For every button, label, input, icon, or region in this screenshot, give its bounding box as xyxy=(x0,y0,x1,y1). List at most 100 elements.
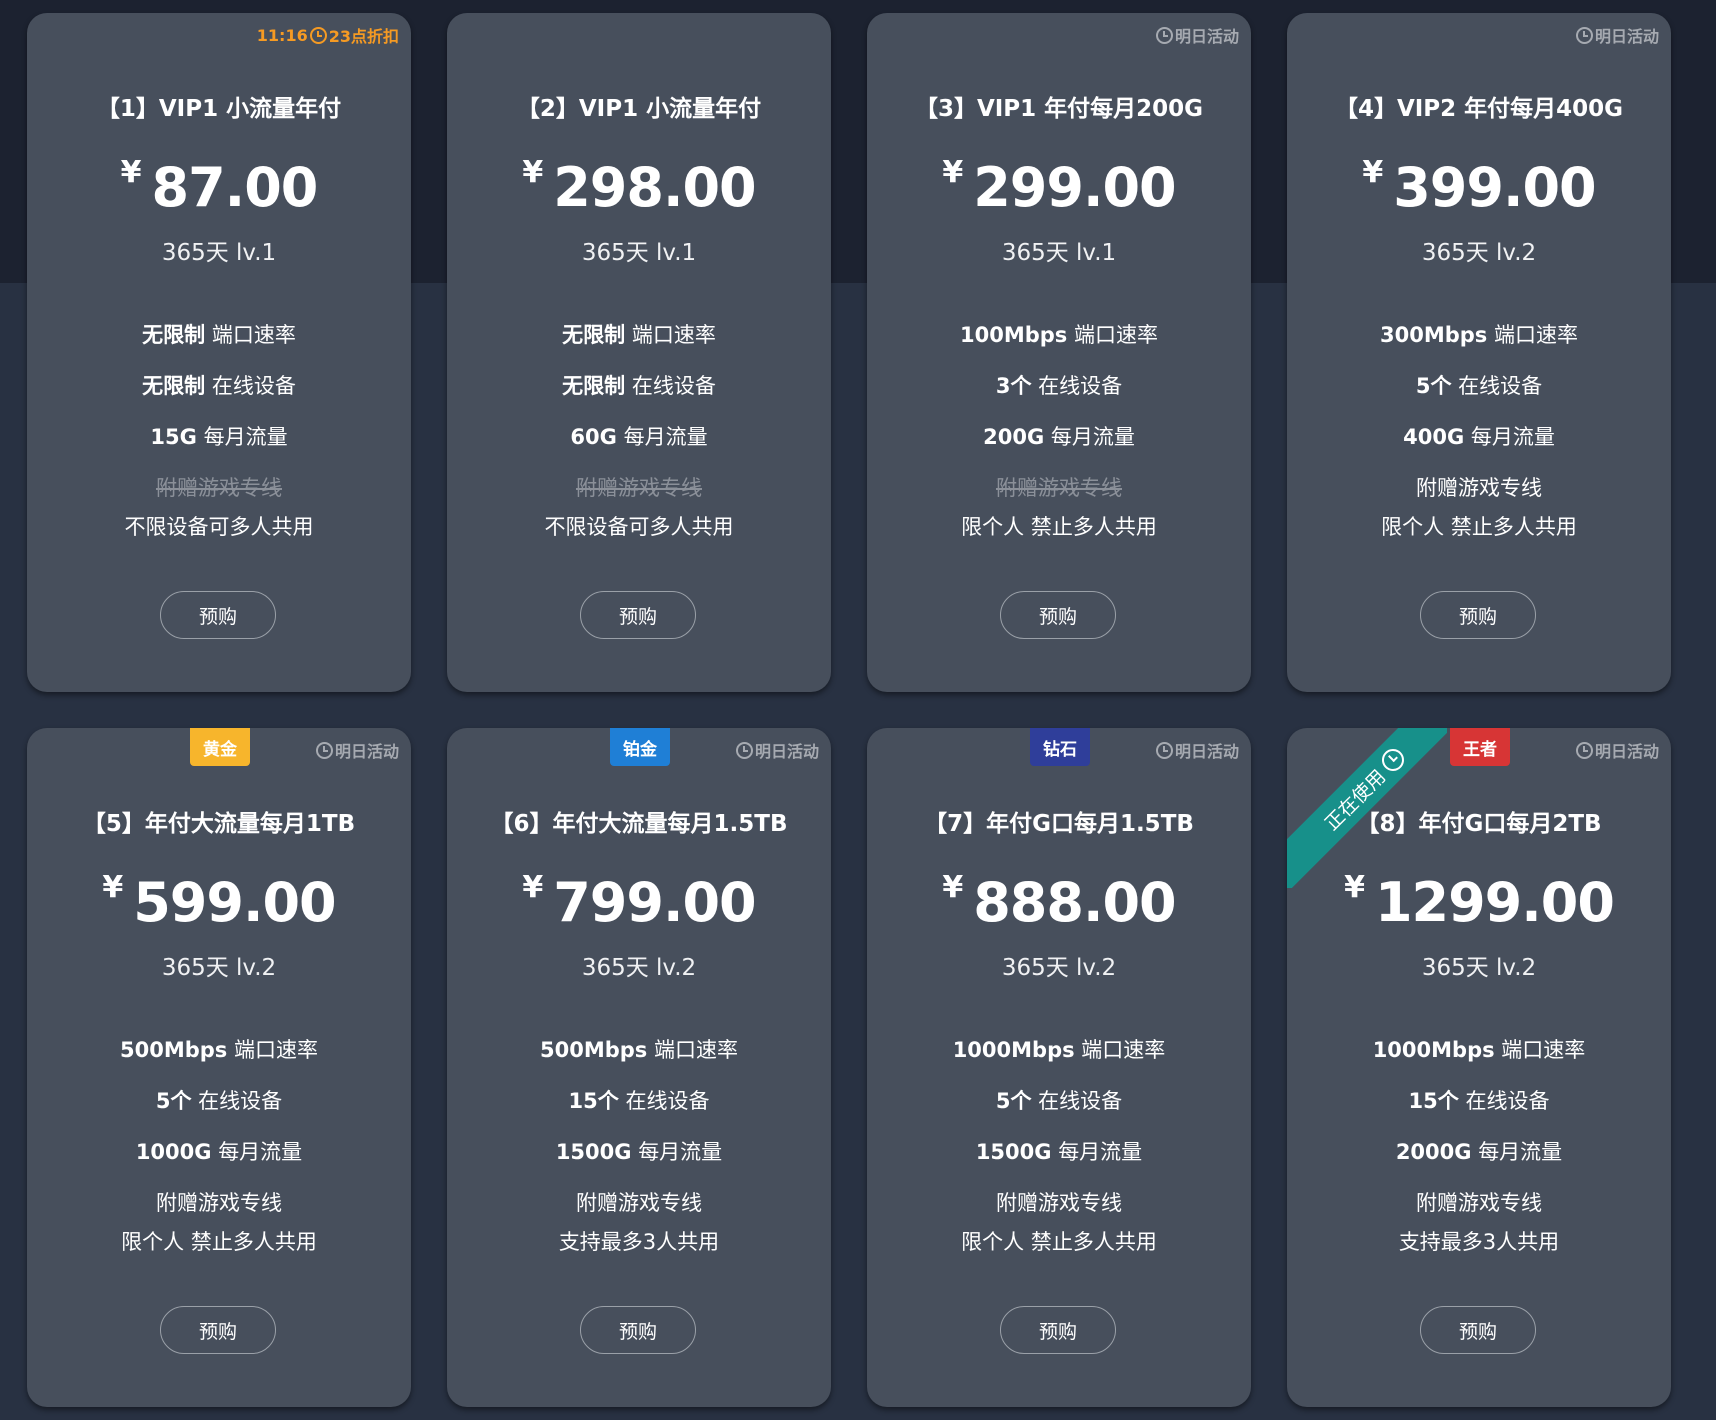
plan-feature: 附赠游戏专线 xyxy=(867,1187,1251,1217)
feature-label: 端口速率 xyxy=(1501,1038,1586,1062)
feature-value: 2000G xyxy=(1395,1140,1472,1164)
promo-timer: 明日活动 xyxy=(1155,738,1239,762)
clock-icon xyxy=(309,26,327,44)
plan-feature: 2000G 每月流量 xyxy=(1287,1136,1671,1166)
promo-timer: 明日活动 xyxy=(315,738,399,762)
feature-label: 附赠游戏专线 xyxy=(1416,476,1542,500)
feature-value: 400G xyxy=(1403,425,1465,449)
feature-value: 1000G xyxy=(135,1140,212,1164)
plan-feature: 1000Mbps 端口速率 xyxy=(1287,1034,1671,1064)
feature-label: 在线设备 xyxy=(625,1089,710,1113)
plan-feature: 附赠游戏专线 xyxy=(867,472,1251,502)
promo-timer: 明日活动 xyxy=(1575,738,1659,762)
plan-feature: 附赠游戏专线 xyxy=(27,472,411,502)
feature-label: 每月流量 xyxy=(1050,425,1135,449)
feature-label: 每月流量 xyxy=(623,425,708,449)
plan-card: 11:16 23点折扣 【1】VIP1 小流量年付 ¥87.00 365天 lv.1 无限… xyxy=(27,13,411,692)
plan-feature: 支持最多3人共用 xyxy=(447,1226,831,1256)
timer-label: 明日活动 xyxy=(1174,27,1239,46)
preorder-button[interactable]: 预购 xyxy=(160,1306,276,1354)
feature-label: 在线设备 xyxy=(1465,1089,1550,1113)
feature-label: 在线设备 xyxy=(631,374,716,398)
feature-label: 在线设备 xyxy=(1038,1089,1123,1113)
feature-value: 15G xyxy=(150,425,197,449)
feature-label: 限个人 禁止多人共用 xyxy=(961,1230,1157,1254)
plan-card: 钻石 明日活动 【7】年付G口每月1.5TB ¥888.00 365天 lv.2 1000… xyxy=(867,728,1251,1407)
timer-label: 明日活动 xyxy=(1594,742,1659,761)
preorder-button[interactable]: 预购 xyxy=(580,1306,696,1354)
clock-icon xyxy=(735,741,753,759)
plan-title: 【4】VIP2 年付每月400G xyxy=(1334,96,1624,122)
plan-duration: 365天 lv.2 xyxy=(1001,955,1117,981)
plan-feature: 附赠游戏专线 xyxy=(27,1187,411,1217)
currency-symbol: ¥ xyxy=(102,870,124,905)
currency-symbol: ¥ xyxy=(522,155,544,190)
preorder-button[interactable]: 预购 xyxy=(160,591,276,639)
clock-icon xyxy=(1575,741,1593,759)
plan-feature: 不限设备可多人共用 xyxy=(27,511,411,541)
feature-value: 无限制 xyxy=(562,323,626,347)
price-amount: 399.00 xyxy=(1393,156,1596,219)
feature-label: 限个人 禁止多人共用 xyxy=(961,515,1157,539)
feature-label: 不限设备可多人共用 xyxy=(544,515,734,539)
plan-duration: 365天 lv.2 xyxy=(1421,240,1537,266)
plan-feature: 15个 在线设备 xyxy=(1287,1085,1671,1115)
feature-value: 5个 xyxy=(155,1089,192,1113)
currency-symbol: ¥ xyxy=(120,155,142,190)
timer-label: 明日活动 xyxy=(754,742,819,761)
feature-label: 附赠游戏专线 xyxy=(156,1191,282,1215)
promo-timer: 明日活动 xyxy=(1155,23,1239,47)
plan-price: ¥87.00 xyxy=(27,156,411,220)
feature-label: 端口速率 xyxy=(1081,1038,1166,1062)
preorder-button[interactable]: 预购 xyxy=(1000,1306,1116,1354)
plan-feature: 1500G 每月流量 xyxy=(447,1136,831,1166)
plan-feature: 3个 在线设备 xyxy=(867,370,1251,400)
timer-label: 明日活动 xyxy=(334,742,399,761)
feature-label: 端口速率 xyxy=(653,1038,738,1062)
feature-label: 在线设备 xyxy=(211,374,296,398)
tier-badge: 黄金 xyxy=(190,728,250,766)
feature-value: 3个 xyxy=(995,374,1032,398)
preorder-button[interactable]: 预购 xyxy=(1420,1306,1536,1354)
plan-feature: 限个人 禁止多人共用 xyxy=(867,1226,1251,1256)
plan-duration: 365天 lv.2 xyxy=(581,955,697,981)
price-amount: 599.00 xyxy=(133,871,336,934)
plan-title: 【8】年付G口每月2TB xyxy=(1356,811,1602,837)
plan-feature: 15G 每月流量 xyxy=(27,421,411,451)
plan-card: 正在使用 王者 明日活动 【8】年付G口每月2TB ¥1299.00 365天 lv.2 1… xyxy=(1287,728,1671,1407)
feature-label: 限个人 禁止多人共用 xyxy=(1381,515,1577,539)
plan-feature: 附赠游戏专线 xyxy=(1287,472,1671,502)
feature-label: 附赠游戏专线 xyxy=(156,476,282,500)
price-amount: 1299.00 xyxy=(1374,871,1615,934)
clock-icon xyxy=(1155,741,1173,759)
feature-value: 100Mbps xyxy=(960,323,1068,347)
plan-price: ¥888.00 xyxy=(867,871,1251,935)
feature-label: 附赠游戏专线 xyxy=(576,1191,702,1215)
feature-label: 端口速率 xyxy=(1493,323,1578,347)
plan-feature: 100Mbps 端口速率 xyxy=(867,319,1251,349)
feature-label: 在线设备 xyxy=(1038,374,1123,398)
price-amount: 87.00 xyxy=(151,156,319,219)
feature-value: 200G xyxy=(983,425,1045,449)
timer-label: 明日活动 xyxy=(1174,742,1239,761)
feature-value: 300Mbps xyxy=(1380,323,1488,347)
clock-icon xyxy=(1575,26,1593,44)
plan-card: 铂金 明日活动 【6】年付大流量每月1.5TB ¥799.00 365天 lv.2 500… xyxy=(447,728,831,1407)
preorder-button[interactable]: 预购 xyxy=(1420,591,1536,639)
preorder-button[interactable]: 预购 xyxy=(580,591,696,639)
plan-title: 【7】年付G口每月1.5TB xyxy=(924,811,1194,837)
feature-label: 支持最多3人共用 xyxy=(558,1230,720,1254)
feature-label: 每月流量 xyxy=(638,1140,723,1164)
plan-feature: 无限制 在线设备 xyxy=(27,370,411,400)
feature-value: 1000Mbps xyxy=(1372,1038,1495,1062)
plan-title: 【6】年付大流量每月1.5TB xyxy=(490,811,788,837)
feature-value: 1500G xyxy=(555,1140,632,1164)
plan-feature: 5个 在线设备 xyxy=(867,1085,1251,1115)
currency-symbol: ¥ xyxy=(1362,155,1384,190)
plan-feature: 60G 每月流量 xyxy=(447,421,831,451)
feature-label: 附赠游戏专线 xyxy=(996,476,1122,500)
preorder-button[interactable]: 预购 xyxy=(1000,591,1116,639)
currency-symbol: ¥ xyxy=(522,870,544,905)
plan-grid: 11:16 23点折扣 【1】VIP1 小流量年付 ¥87.00 365天 lv.1 无限… xyxy=(27,13,1671,1407)
feature-label: 每月流量 xyxy=(218,1140,303,1164)
